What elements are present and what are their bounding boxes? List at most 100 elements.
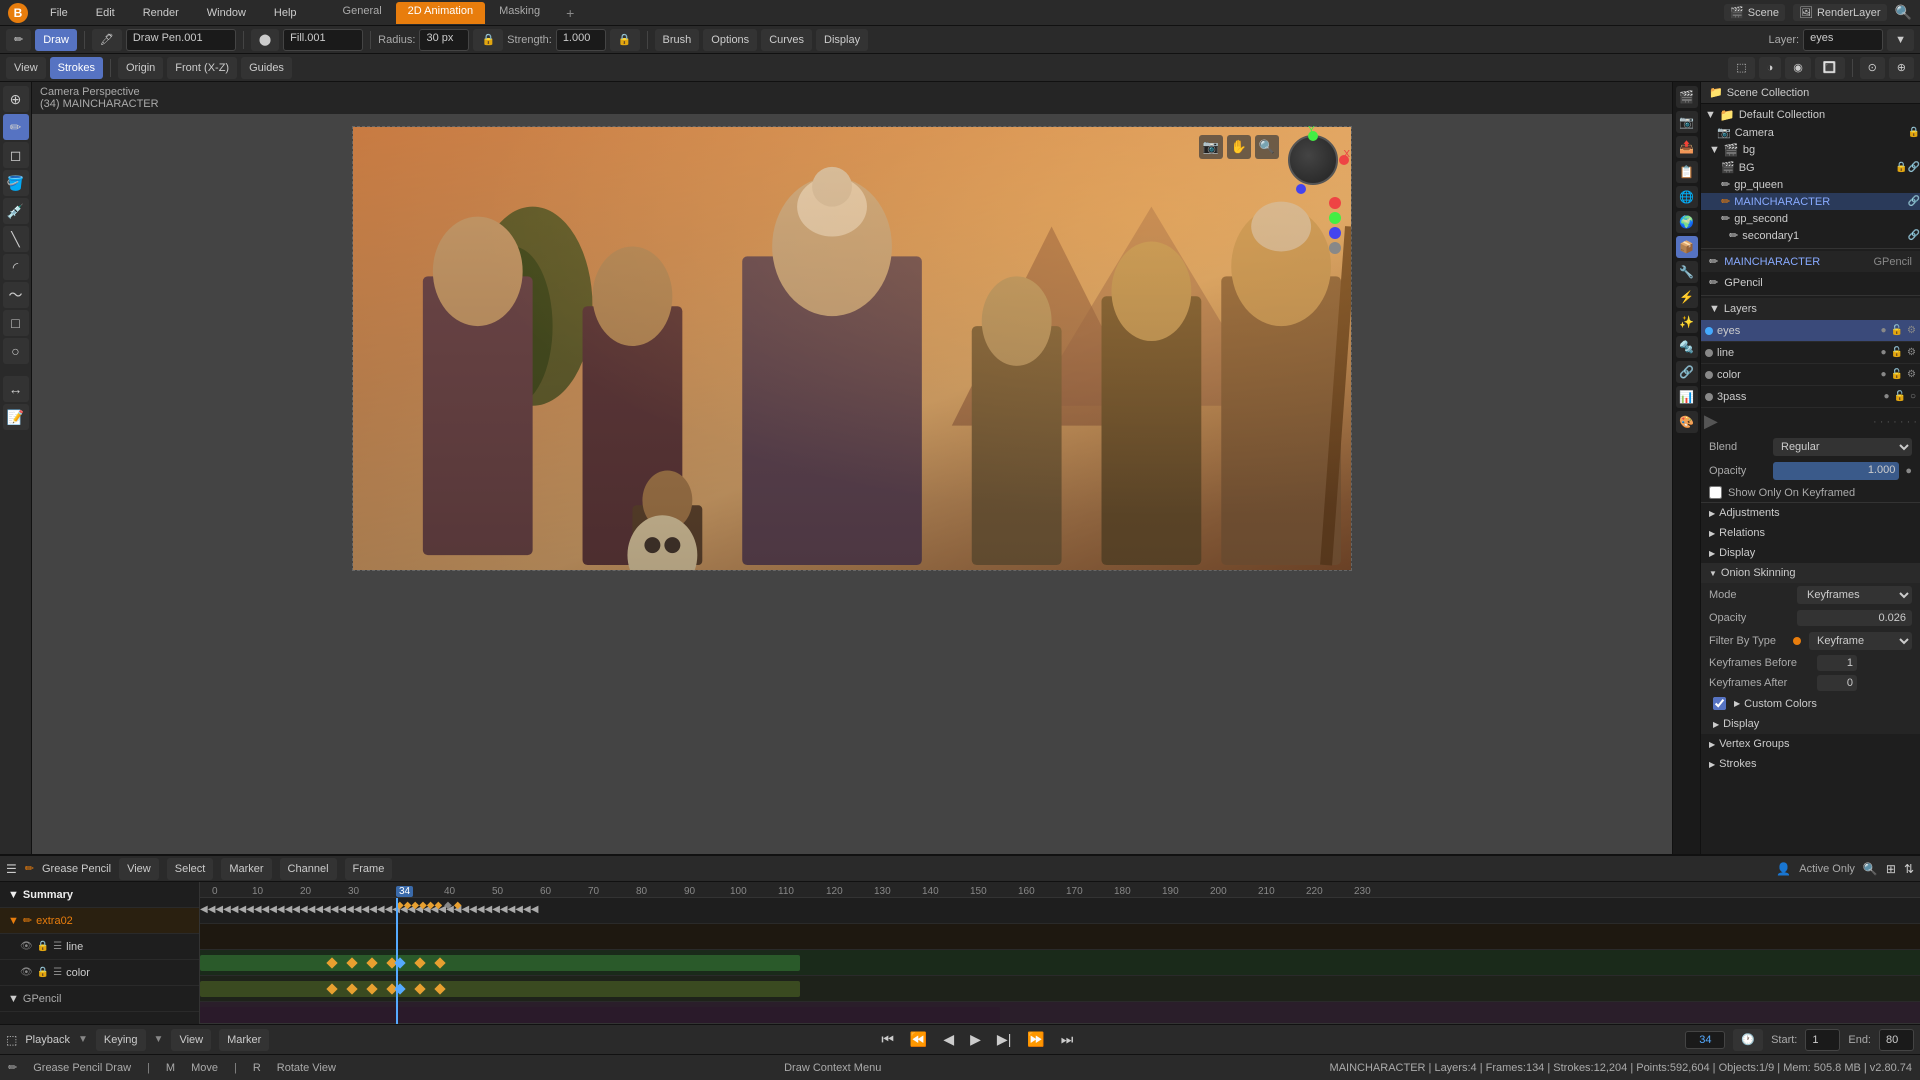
playback-label[interactable]: Playback — [25, 1034, 70, 1046]
keying-btn[interactable]: Keying — [96, 1029, 146, 1051]
tree-gp-queen[interactable]: ✏ gp_queen — [1701, 176, 1920, 193]
opacity-dot[interactable]: ● — [1905, 465, 1912, 477]
onion-mode-select[interactable]: Keyframes — [1797, 586, 1912, 604]
keying-expand-icon[interactable]: ▼ — [154, 1034, 164, 1045]
constraints-tab[interactable]: 🔗 — [1676, 361, 1698, 383]
eyedropper-tool[interactable]: 💉 — [3, 198, 29, 224]
line-tool[interactable]: ╲ — [3, 226, 29, 252]
custom-colors-section[interactable]: ▶ Custom Colors — [1701, 693, 1920, 714]
relations-section[interactable]: ▶ Relations — [1701, 523, 1920, 543]
camera-nav-icon[interactable]: 📷 — [1199, 135, 1223, 159]
output-props-tab[interactable]: 📤 — [1676, 136, 1698, 158]
prev-keyframe-btn[interactable]: ⏪ — [906, 1029, 931, 1050]
scene-settings-tab[interactable]: 🌐 — [1676, 186, 1698, 208]
prev-frame-btn[interactable]: ◀ — [939, 1029, 958, 1050]
next-keyframe-btn[interactable]: ⏩ — [1023, 1029, 1048, 1050]
timeline-frame-btn[interactable]: Frame — [345, 858, 393, 880]
layer-extra-3pass[interactable]: ○ — [1910, 391, 1916, 402]
line-track[interactable] — [200, 950, 1920, 976]
menu-render[interactable]: Render — [137, 5, 185, 21]
layer-line[interactable]: line ● 🔓 ⚙ — [1701, 342, 1920, 364]
material-tab[interactable]: 🎨 — [1676, 411, 1698, 433]
onion-display-section[interactable]: ▶ Display — [1701, 714, 1920, 734]
menu-help[interactable]: Help — [268, 5, 303, 21]
next-frame-btn[interactable]: ▶| — [993, 1029, 1015, 1050]
frame-clock-btn[interactable]: 🕐 — [1733, 1029, 1763, 1051]
object-tab[interactable]: 📦 — [1676, 236, 1698, 258]
start-value-input[interactable] — [1805, 1029, 1840, 1051]
layer-vis-icon-eyes[interactable]: ● — [1881, 325, 1887, 336]
timeline-view-btn[interactable]: View — [119, 858, 159, 880]
end-value-input[interactable] — [1879, 1029, 1914, 1051]
origin-btn[interactable]: Origin — [118, 57, 163, 79]
color-vis-icon[interactable]: 👁 — [20, 967, 33, 978]
menu-edit[interactable]: Edit — [90, 5, 121, 21]
strength-lock-btn[interactable]: 🔒 — [610, 29, 640, 51]
playback-mode-icon[interactable]: ⬚ — [6, 1033, 17, 1047]
arc-tool[interactable]: ◜ — [3, 254, 29, 280]
workspace-add[interactable]: + — [554, 2, 586, 24]
display-section[interactable]: ▶ Display — [1701, 543, 1920, 563]
color-track-label[interactable]: 👁 🔒 ☰ color — [0, 960, 199, 986]
modifier-tab[interactable]: 🔧 — [1676, 261, 1698, 283]
brush-menu-btn[interactable]: Brush — [655, 29, 700, 51]
line-vis-icon[interactable]: 👁 — [20, 941, 33, 952]
layer-value[interactable]: eyes — [1803, 29, 1883, 51]
line-extra-icon[interactable]: ☰ — [53, 941, 62, 952]
line-lock-icon[interactable]: 🔒 — [37, 941, 49, 952]
annotate-tool[interactable]: 📝 — [3, 404, 29, 430]
draw-tool[interactable]: ✏ — [3, 114, 29, 140]
layer-lock-icon-3pass[interactable]: 🔓 — [1894, 391, 1906, 402]
strokes-section-bottom[interactable]: ▶ Strokes — [1701, 754, 1920, 774]
fill-name[interactable]: Fill.001 — [283, 29, 363, 51]
marker-playback-btn[interactable]: Marker — [219, 1029, 269, 1051]
opacity-bar[interactable]: 1.000 — [1773, 462, 1899, 480]
line-track-label[interactable]: 👁 🔒 ☰ line — [0, 934, 199, 960]
layer-lock-icon-line[interactable]: 🔓 — [1891, 347, 1903, 358]
data-name[interactable]: GPencil — [1724, 277, 1912, 289]
workspace-general[interactable]: General — [331, 2, 394, 24]
layer-extra-color[interactable]: ⚙ — [1907, 369, 1916, 380]
render-props-tab[interactable]: 📷 — [1676, 111, 1698, 133]
playback-expand-icon[interactable]: ▼ — [78, 1034, 88, 1045]
onion-skinning-header[interactable]: ▼ Onion Skinning — [1701, 563, 1920, 583]
timeline-search-icon[interactable]: 🔍 — [1863, 862, 1878, 876]
strokes-btn[interactable]: Strokes — [50, 57, 103, 79]
color-extra-icon[interactable]: ☰ — [53, 967, 62, 978]
layer-vis-icon-line[interactable]: ● — [1881, 347, 1887, 358]
viewport-shading-4[interactable]: 🔳 — [1815, 57, 1845, 79]
extra02-track[interactable] — [200, 924, 1920, 950]
fill-icon[interactable]: ⬤ — [251, 29, 279, 51]
timeline-marker-btn[interactable]: Marker — [221, 858, 271, 880]
layer-color[interactable]: color ● 🔓 ⚙ — [1701, 364, 1920, 386]
layer-extra-line[interactable]: ⚙ — [1907, 347, 1916, 358]
layer-3pass[interactable]: 3pass ● 🔓 ○ — [1701, 386, 1920, 408]
summary-track-label[interactable]: ▼ Summary — [0, 882, 199, 908]
particles-tab[interactable]: ✨ — [1676, 311, 1698, 333]
gpencil-expand[interactable]: ▼ — [8, 993, 19, 1005]
extra02-expand[interactable]: ▼ — [8, 915, 19, 927]
menu-file[interactable]: File — [44, 5, 74, 21]
brush-name[interactable]: Draw Pen.001 — [126, 29, 236, 51]
tree-secondary1[interactable]: ✏ secondary1 🔗 — [1701, 227, 1920, 244]
keyframes-after-input[interactable] — [1817, 675, 1857, 691]
layer-vis-icon-3pass[interactable]: ● — [1883, 391, 1889, 402]
onion-opacity-value[interactable]: 0.026 — [1797, 610, 1912, 626]
summary-track[interactable]: ◀◀◀◀◀◀◀◀◀◀◀◀◀◀◀◀◀◀◀◀◀◀◀◀◀◀◀◀◀◀◀◀◀◀◀◀◀◀◀◀… — [200, 898, 1920, 924]
erase-tool[interactable]: ◻ — [3, 142, 29, 168]
layer-eyes[interactable]: eyes ● 🔓 ⚙ — [1701, 320, 1920, 342]
radius-value[interactable]: 30 px — [419, 29, 469, 51]
layers-section-header[interactable]: ▼ Layers — [1701, 298, 1920, 320]
timeline-select-btn[interactable]: Select — [167, 858, 214, 880]
layer-expand-arrow[interactable]: ▶ — [1704, 411, 1718, 432]
gpencil-track[interactable] — [200, 1002, 1920, 1024]
tree-gp-second[interactable]: ✏ gp_second — [1701, 210, 1920, 227]
timeline-filter-icon[interactable]: ⊞ — [1886, 862, 1896, 876]
layer-lock-icon-color[interactable]: 🔓 — [1891, 369, 1903, 380]
workspace-2d-animation[interactable]: 2D Animation — [396, 2, 485, 24]
keyframes-before-input[interactable] — [1817, 655, 1857, 671]
curve-tool[interactable]: 〜 — [3, 282, 29, 308]
adjustments-section[interactable]: ▶ Adjustments — [1701, 503, 1920, 523]
show-keyframed-checkbox[interactable] — [1709, 486, 1722, 499]
timeline-channel-btn[interactable]: Channel — [280, 858, 337, 880]
